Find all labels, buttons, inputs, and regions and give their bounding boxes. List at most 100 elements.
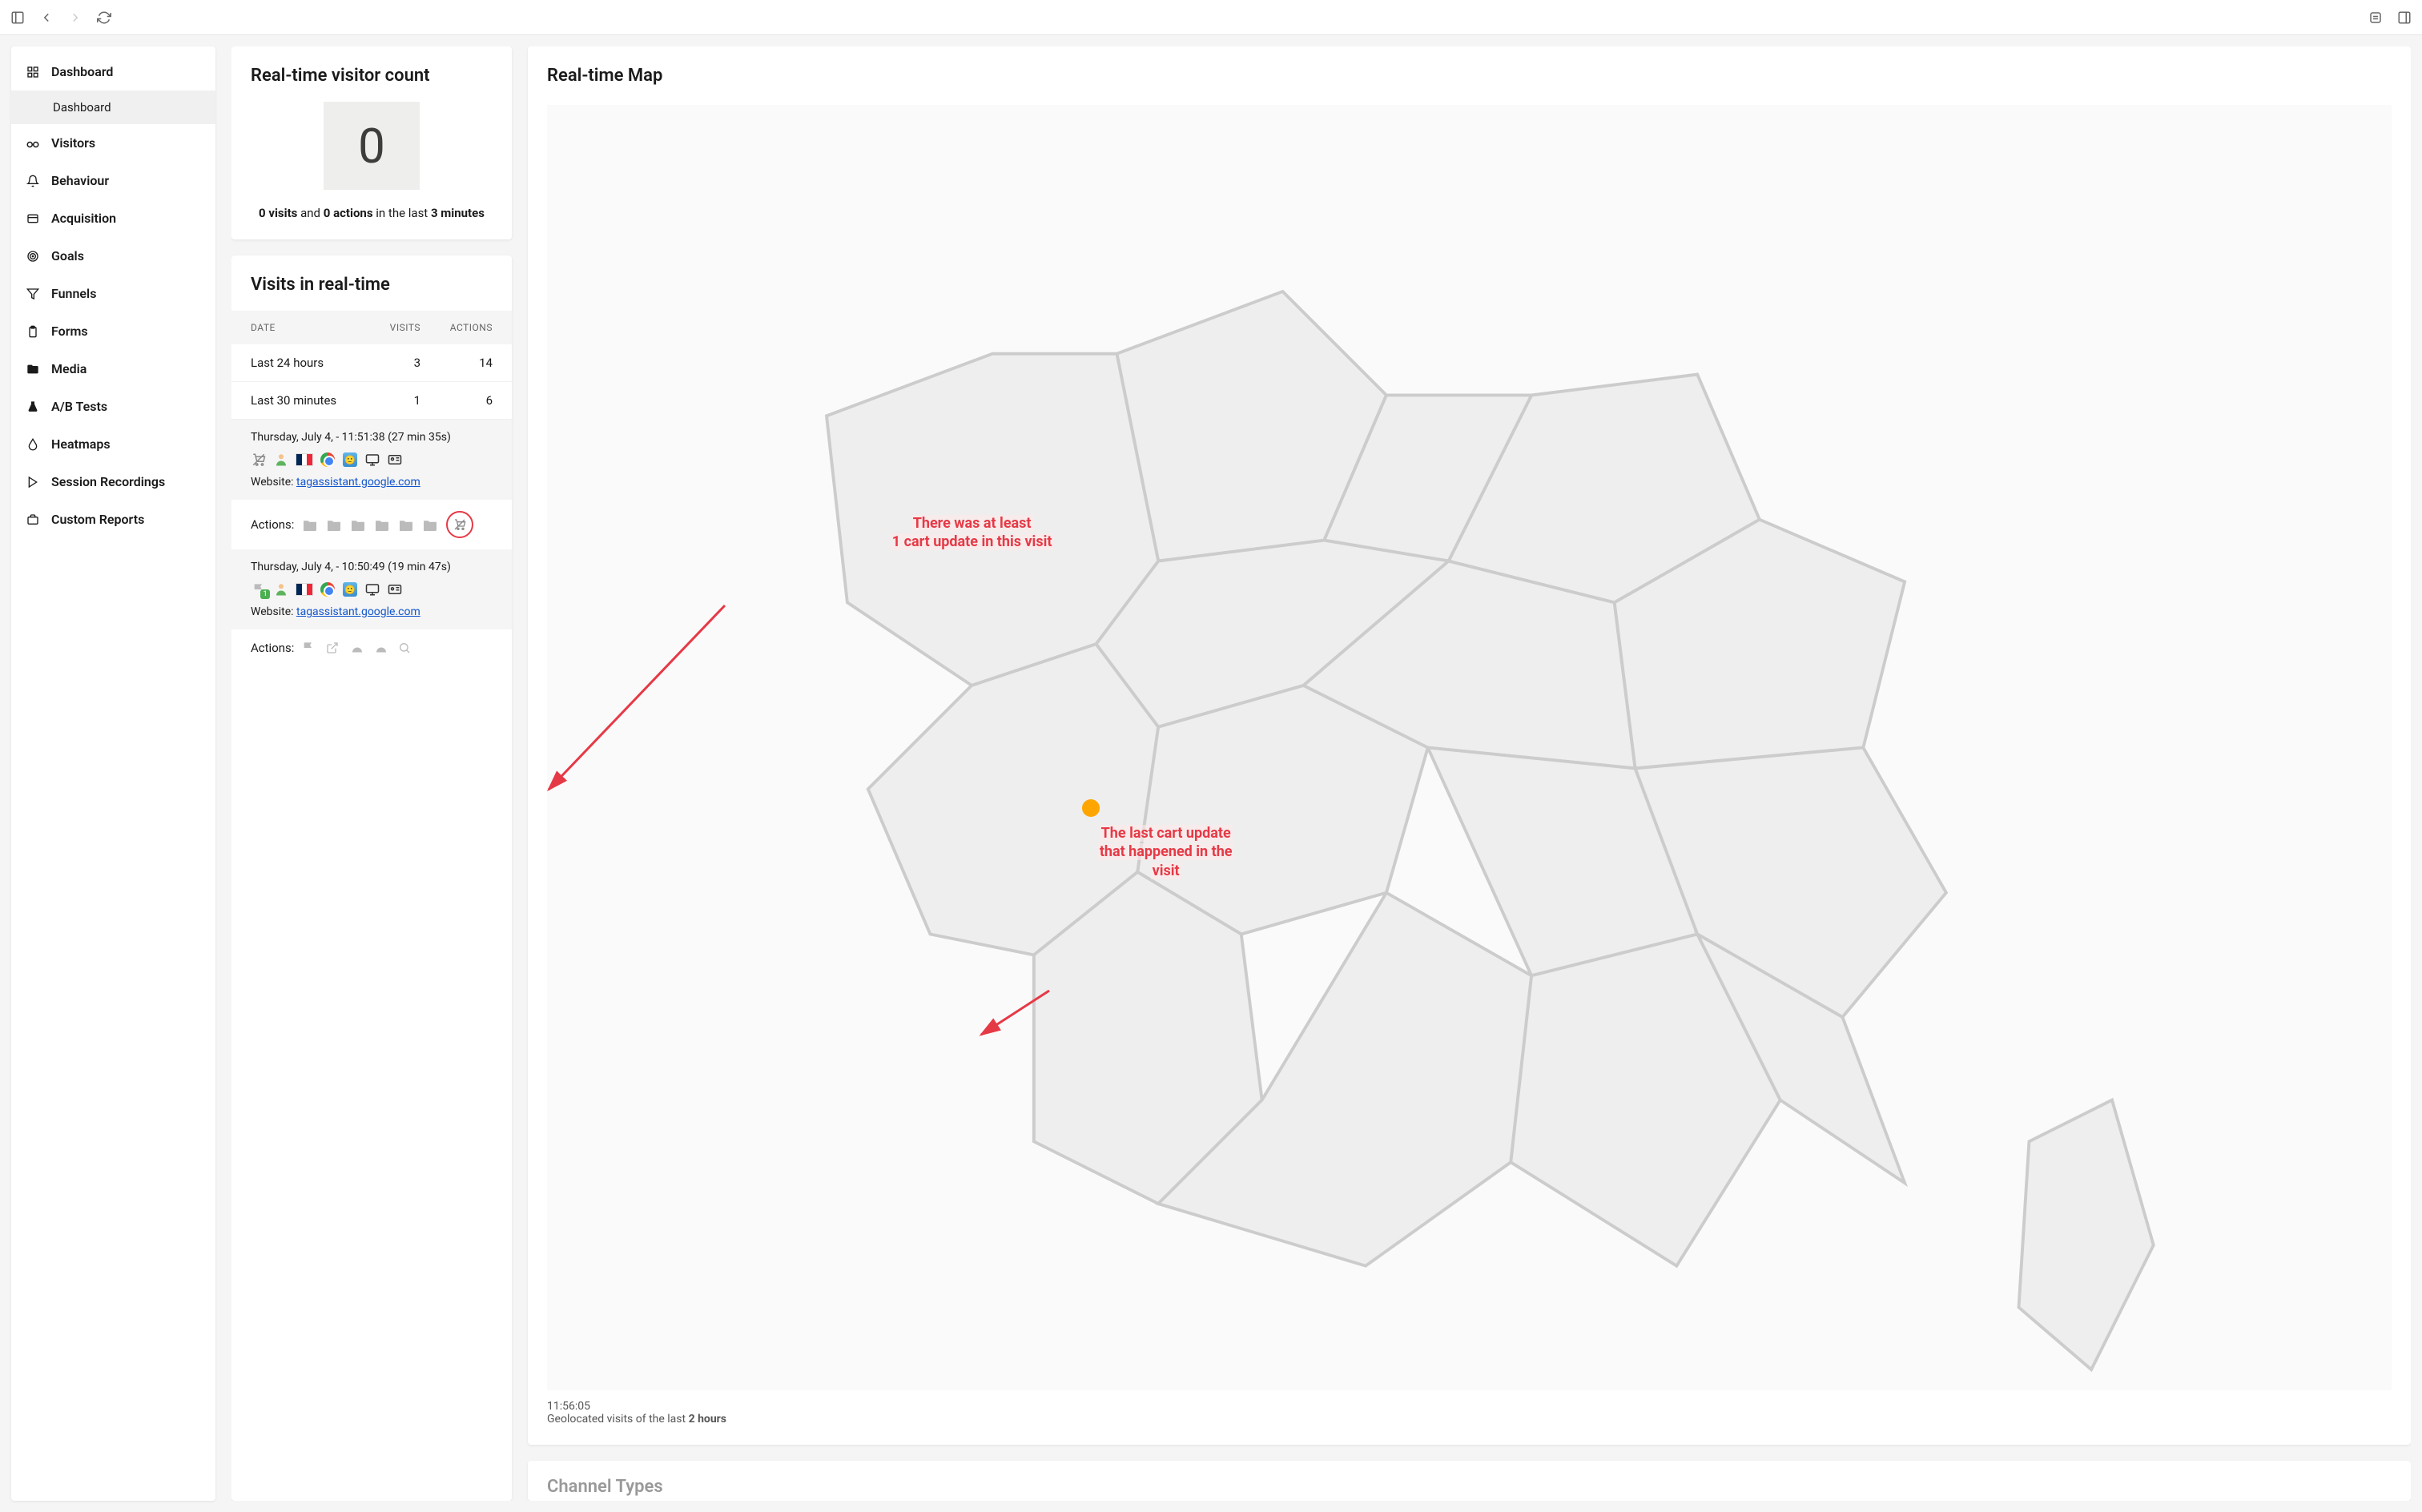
inbox-icon: [26, 211, 40, 226]
sidebar-item-acquisition[interactable]: Acquisition: [11, 199, 215, 237]
action-external-icon[interactable]: [326, 641, 342, 654]
visits-realtime-card: Visits in real-time DATE VISITS ACTIONS …: [231, 255, 512, 1501]
card-title: Channel Types: [547, 1477, 2392, 1497]
visitor-count-value: 0: [324, 102, 420, 190]
action-folder-icon[interactable]: [326, 518, 342, 531]
visits-row[interactable]: Last 24 hours 3 14: [231, 344, 512, 382]
browser-toolbar: [0, 0, 2422, 35]
action-download-icon[interactable]: [350, 641, 366, 654]
action-search-icon[interactable]: [398, 641, 414, 654]
sidebar: Dashboard Dashboard Visitors Behaviour A…: [11, 46, 215, 1501]
visit-timestamp: Thursday, July 4, - 11:51:38 (27 min 35s…: [251, 431, 493, 444]
share-icon[interactable]: [2368, 10, 2384, 26]
action-folder-icon[interactable]: [398, 518, 414, 531]
annotation-last-cart: The last cart update that happened in th…: [1078, 824, 1254, 880]
flag-fr-icon: [296, 583, 313, 596]
cart-strike-icon: [251, 452, 267, 468]
sidebar-item-label: Acquisition: [51, 211, 116, 226]
desktop-icon: [364, 452, 380, 468]
sidebar-item-recordings[interactable]: Session Recordings: [11, 463, 215, 501]
visit-website: Website: tagassistant.google.com: [251, 476, 493, 489]
channel-types-card: Channel Types: [528, 1461, 2411, 1501]
action-folder-icon[interactable]: [374, 518, 390, 531]
annotation-cart-visit: There was at least 1 cart update in this…: [872, 514, 1072, 552]
action-flag-icon[interactable]: [302, 641, 318, 654]
annotation-arrow-2: [969, 983, 1065, 1047]
website-link[interactable]: tagassistant.google.com: [296, 605, 420, 618]
clipboard-icon: [26, 324, 40, 339]
visit-actions-row: Actions:: [231, 500, 512, 549]
macos-icon: 🙂: [342, 581, 358, 597]
card-title: Visits in real-time: [231, 275, 512, 295]
action-folder-icon[interactable]: [350, 518, 366, 531]
grid-icon: [26, 65, 40, 79]
visit-actions-row: Actions:: [231, 629, 512, 666]
sidebar-toggle-icon[interactable]: [10, 10, 26, 26]
flask-icon: [26, 400, 40, 414]
sidebar-item-label: Visitors: [51, 135, 95, 151]
map-footer: 11:56:05 Geolocated visits of the last 2…: [547, 1400, 2392, 1426]
drop-icon: [26, 437, 40, 452]
chrome-icon: [320, 581, 336, 597]
visits-row[interactable]: Last 30 minutes 1 6: [231, 382, 512, 420]
profile-card-icon: [387, 452, 403, 468]
visits-table-header: DATE VISITS ACTIONS: [231, 311, 512, 344]
folder-icon: [26, 362, 40, 376]
sidebar-item-label: Behaviour: [51, 173, 109, 188]
map-container[interactable]: [547, 105, 2392, 1390]
card-title: Real-time Map: [547, 66, 2392, 86]
card-title: Real-time visitor count: [251, 66, 493, 86]
sidebar-item-abtests[interactable]: A/B Tests: [11, 388, 215, 425]
bell-icon: [26, 174, 40, 188]
sidebar-item-label: Goals: [51, 248, 84, 263]
sidebar-item-forms[interactable]: Forms: [11, 312, 215, 350]
sidebar-item-label: Custom Reports: [51, 512, 144, 527]
reload-icon[interactable]: [96, 10, 112, 26]
sidebar-item-media[interactable]: Media: [11, 350, 215, 388]
sidebar-subitem-dashboard[interactable]: Dashboard: [11, 90, 215, 124]
cart-update-circled-icon[interactable]: [446, 511, 473, 538]
glasses-icon: [26, 136, 40, 151]
sidebar-item-label: Funnels: [51, 286, 96, 301]
realtime-map-card: Real-time Map: [528, 46, 2411, 1445]
sidebar-item-label: Heatmaps: [51, 436, 111, 452]
sidebar-item-label: Session Recordings: [51, 474, 165, 489]
visit-icon-row: 🙂: [251, 581, 493, 597]
back-icon[interactable]: [38, 10, 54, 26]
visitor-person-icon: [273, 452, 289, 468]
visit-entry[interactable]: Thursday, July 4, - 10:50:49 (19 min 47s…: [231, 549, 512, 629]
sidebar-item-custom-reports[interactable]: Custom Reports: [11, 501, 215, 538]
desktop-icon: [364, 581, 380, 597]
chrome-icon: [320, 452, 336, 468]
sidebar-item-label: Dashboard: [51, 64, 113, 79]
website-link[interactable]: tagassistant.google.com: [296, 476, 420, 489]
sidebar-item-label: Forms: [51, 324, 88, 339]
visit-website: Website: tagassistant.google.com: [251, 605, 493, 618]
sidebar-item-funnels[interactable]: Funnels: [11, 275, 215, 312]
annotation-arrow-1: [533, 589, 741, 806]
visitor-person-icon: [273, 581, 289, 597]
target-icon: [26, 249, 40, 263]
map-visit-dot[interactable]: [1082, 799, 1100, 817]
sidebar-item-label: A/B Tests: [51, 399, 107, 414]
sidebar-item-behaviour[interactable]: Behaviour: [11, 162, 215, 199]
profile-card-icon: [387, 581, 403, 597]
sidebar-item-visitors[interactable]: Visitors: [11, 124, 215, 162]
visit-icon-row: 🙂: [251, 452, 493, 468]
flag-badge-icon: [251, 581, 267, 597]
action-folder-icon[interactable]: [302, 518, 318, 531]
visit-entry[interactable]: Thursday, July 4, - 11:51:38 (27 min 35s…: [231, 420, 512, 500]
action-download-icon[interactable]: [374, 641, 390, 654]
tabs-icon[interactable]: [2396, 10, 2412, 26]
sidebar-item-heatmaps[interactable]: Heatmaps: [11, 425, 215, 463]
sidebar-item-dashboard[interactable]: Dashboard: [11, 53, 215, 90]
forward-icon[interactable]: [67, 10, 83, 26]
macos-icon: 🙂: [342, 452, 358, 468]
visit-timestamp: Thursday, July 4, - 10:50:49 (19 min 47s…: [251, 561, 493, 573]
map-france: [547, 105, 2392, 1390]
funnel-icon: [26, 287, 40, 301]
sidebar-item-label: Media: [51, 361, 86, 376]
action-folder-icon[interactable]: [422, 518, 438, 531]
visitor-summary: 0 visits and 0 actions in the last 3 min…: [251, 206, 493, 220]
sidebar-item-goals[interactable]: Goals: [11, 237, 215, 275]
